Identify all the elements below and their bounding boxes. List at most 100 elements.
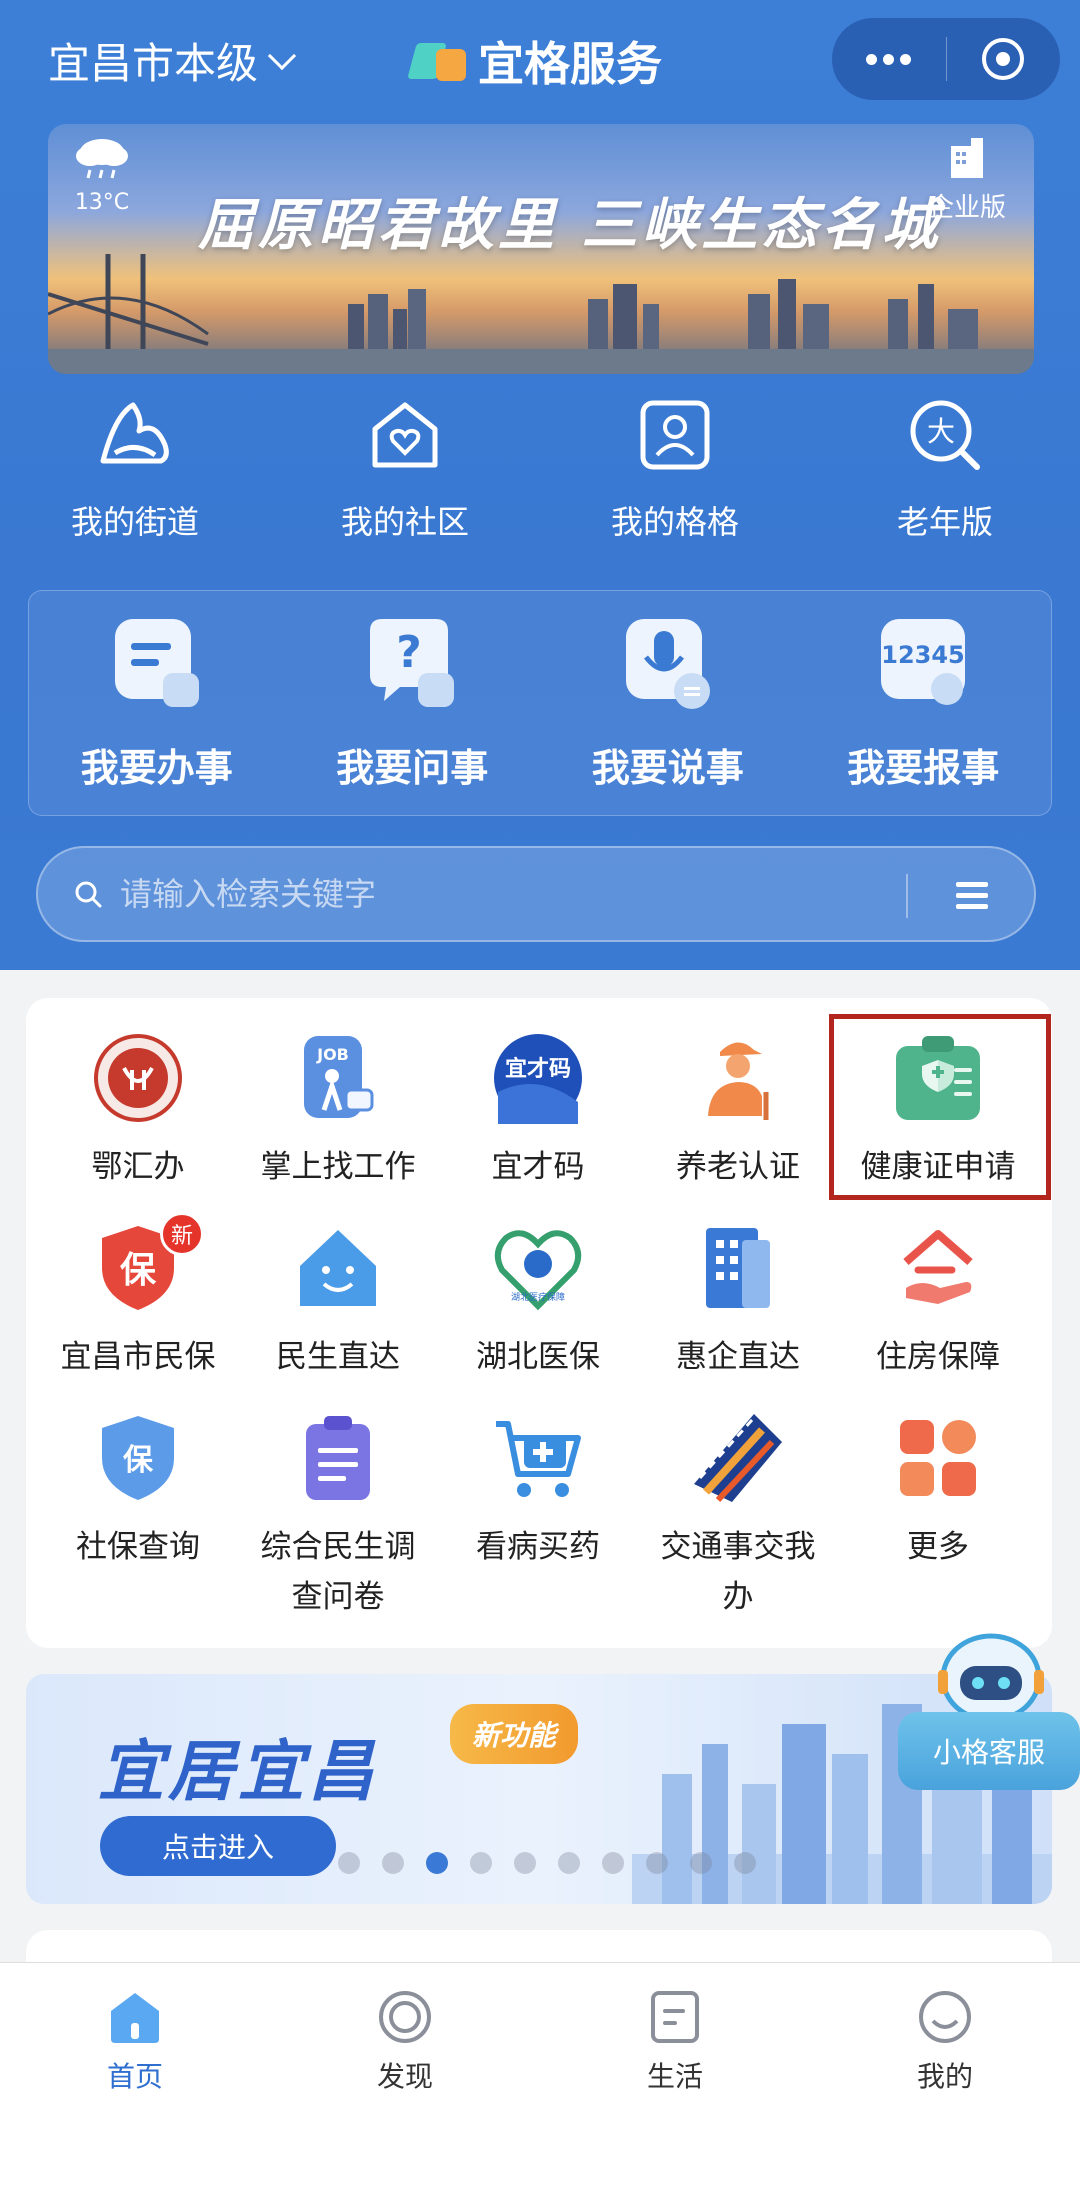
tab-life[interactable]: 生活 <box>540 1963 810 2198</box>
service-more[interactable]: 更多 <box>838 1412 1038 1572</box>
elder-icon <box>708 1042 769 1120</box>
building-icon <box>706 1228 770 1308</box>
more-dots-icon <box>866 53 912 65</box>
service-pension-auth[interactable]: 养老认证 <box>638 1032 838 1192</box>
svg-text:宜才码: 宜才码 <box>505 1056 571 1082</box>
svg-text:保: 保 <box>120 1250 157 1291</box>
tab-home[interactable]: 首页 <box>0 1963 270 2198</box>
customer-service-label: 小格客服 <box>898 1712 1080 1790</box>
question-bubble-icon: ? <box>370 619 455 707</box>
service-label: 掌上找工作 <box>260 1149 416 1185</box>
action-handle-affairs[interactable]: 我要办事 <box>29 591 285 815</box>
carousel-dot[interactable] <box>338 1852 360 1874</box>
service-label: 宜昌市民保 <box>60 1339 216 1375</box>
search-divider <box>906 874 908 918</box>
quick-nav-gege[interactable]: 我的格格 <box>540 395 810 555</box>
carousel-dot[interactable] <box>558 1852 580 1874</box>
enterprise-version-button[interactable]: 企业版 <box>928 136 1006 224</box>
quick-nav-label: 老年版 <box>896 503 993 541</box>
city-banner[interactable]: 屈原昭君故里 三峡生态名城 13°C 企业版 <box>48 124 1034 374</box>
service-label: 看病买药 <box>476 1529 600 1565</box>
service-hubei-medical[interactable]: 湖北医疗保障 湖北医保 <box>438 1222 638 1382</box>
service-yicaima[interactable]: 宜才码 宜才码 <box>438 1032 638 1192</box>
hotline-icon: 12345 <box>881 619 966 705</box>
clipboard-icon <box>306 1416 370 1500</box>
app-title: 宜格服务 <box>478 37 662 91</box>
carousel-dot[interactable] <box>646 1852 668 1874</box>
carousel-dot[interactable] <box>690 1852 712 1874</box>
service-label: 交通事交我办 <box>660 1529 816 1615</box>
service-huiqi-zhida[interactable]: 惠企直达 <box>638 1222 838 1382</box>
bottom-tab-bar: 首页 发现 生活 我的 <box>0 1962 1080 2198</box>
skyline-image <box>48 254 1034 374</box>
ehuiban-icon <box>94 1034 182 1122</box>
carousel-dot-active[interactable] <box>426 1852 448 1874</box>
svg-text:保: 保 <box>123 1443 154 1478</box>
service-traffic[interactable]: 交通事交我办 <box>638 1412 838 1622</box>
tab-label: 生活 <box>646 2060 703 2093</box>
action-label: 我要问事 <box>336 746 489 790</box>
action-report[interactable]: 12345 我要报事 <box>796 591 1052 815</box>
customer-service-button[interactable]: 小格客服 <box>898 1630 1080 1790</box>
city-selector[interactable]: 宜昌市本级 <box>48 30 297 91</box>
discover-icon <box>379 1991 431 2043</box>
service-label: 综合民生调查问卷 <box>260 1529 416 1615</box>
service-label: 宜才码 <box>491 1149 585 1185</box>
service-medicine[interactable]: 看病买药 <box>438 1412 638 1572</box>
tab-label: 首页 <box>106 2060 163 2093</box>
job-icon: JOB <box>304 1036 374 1118</box>
carousel-dot[interactable] <box>470 1852 492 1874</box>
road-icon <box>694 1414 782 1503</box>
search-input[interactable] <box>120 875 880 913</box>
elder-search-icon: 大 <box>905 395 985 475</box>
service-housing[interactable]: 住房保障 <box>838 1222 1038 1382</box>
action-ask[interactable]: ? 我要问事 <box>285 591 541 815</box>
housing-hand-icon <box>903 1230 973 1304</box>
carousel-dots <box>338 1852 756 1874</box>
life-icon <box>651 1991 699 2043</box>
service-yichang-minbao[interactable]: 保 新 宜昌市民保 <box>38 1212 238 1382</box>
quick-nav-community[interactable]: 我的社区 <box>270 395 540 555</box>
action-label: 我要办事 <box>80 746 233 790</box>
search-bar <box>36 846 1036 942</box>
carousel-dot[interactable] <box>382 1852 404 1874</box>
profile-icon <box>919 1991 971 2043</box>
service-social-security[interactable]: 保 社保查询 <box>38 1412 238 1572</box>
promo-tag: 新功能 <box>450 1704 579 1764</box>
action-speak[interactable]: 我要说事 <box>540 591 796 815</box>
action-label: 我要报事 <box>847 746 1000 790</box>
highlight-frame <box>829 1014 1051 1200</box>
service-label: 社保查询 <box>76 1529 200 1565</box>
svg-text:JOB: JOB <box>316 1045 349 1064</box>
quick-nav-elder-mode[interactable]: 大 老年版 <box>810 395 1080 555</box>
tab-mine[interactable]: 我的 <box>810 1963 1080 2198</box>
social-security-icon: 保 <box>102 1416 174 1500</box>
more-button[interactable] <box>832 18 946 100</box>
close-miniprogram-button[interactable] <box>947 18 1061 100</box>
menu-list-icon[interactable] <box>954 878 990 914</box>
svg-text:大: 大 <box>927 415 955 448</box>
tab-discover[interactable]: 发现 <box>270 1963 540 2198</box>
action-label: 我要说事 <box>591 746 744 790</box>
weather-widget: 13°C <box>72 134 132 215</box>
service-label: 民生直达 <box>276 1339 400 1375</box>
city-label: 宜昌市本级 <box>48 39 259 88</box>
app-brand: 宜格服务 <box>407 28 662 94</box>
building-icon <box>950 138 983 178</box>
doc-pen-icon <box>114 619 199 707</box>
promo-enter-button[interactable]: 点击进入 <box>100 1816 336 1876</box>
service-ehuiban[interactable]: 鄂汇办 <box>38 1032 238 1192</box>
heart-home-icon <box>365 395 445 475</box>
service-survey[interactable]: 综合民生调查问卷 <box>238 1412 438 1622</box>
hubei-medical-icon: 湖北医疗保障 <box>494 1230 582 1311</box>
service-minsheng-zhida[interactable]: 民生直达 <box>238 1222 438 1382</box>
carousel-dot[interactable] <box>734 1852 756 1874</box>
tab-label: 我的 <box>916 2060 973 2093</box>
service-find-job[interactable]: JOB 掌上找工作 <box>238 1032 438 1192</box>
quick-nav-label: 我的街道 <box>70 503 199 541</box>
carousel-dot[interactable] <box>602 1852 624 1874</box>
svg-text:12345: 12345 <box>882 641 966 669</box>
carousel-dot[interactable] <box>514 1852 536 1874</box>
tab-label: 发现 <box>376 2060 433 2093</box>
quick-nav-street[interactable]: 我的街道 <box>0 395 270 555</box>
